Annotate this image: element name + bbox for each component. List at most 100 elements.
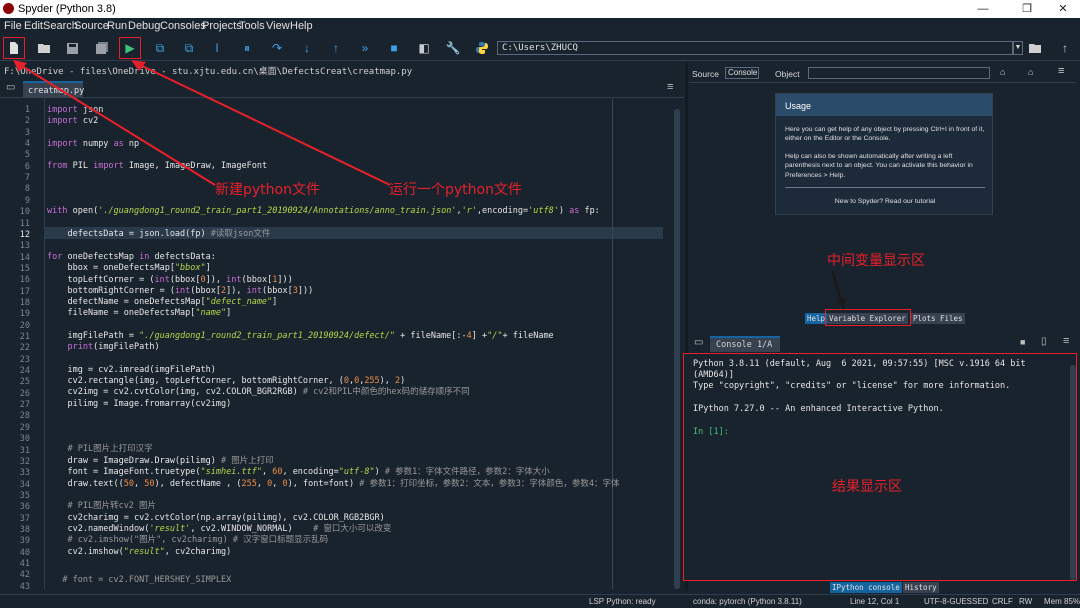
save-icon[interactable] bbox=[63, 39, 81, 57]
line-number: 38 bbox=[19, 524, 30, 535]
menu-debug[interactable]: Debug bbox=[128, 20, 160, 32]
console-scrollbar[interactable] bbox=[1070, 365, 1076, 580]
run-selection-icon[interactable]: I bbox=[208, 39, 226, 57]
source-select[interactable]: Console bbox=[725, 67, 759, 79]
tab-history[interactable]: History bbox=[903, 582, 939, 593]
object-input[interactable] bbox=[808, 67, 990, 79]
browse-folder-icon[interactable] bbox=[1026, 39, 1044, 57]
line-number: 18 bbox=[19, 297, 30, 308]
preferences-wrench-icon[interactable]: 🔧 bbox=[444, 39, 462, 57]
menu-tools[interactable]: Tools bbox=[239, 20, 265, 32]
status-conda: conda: pytorch (Python 3.8.11) bbox=[693, 597, 802, 606]
tab-ipython-console[interactable]: IPython console bbox=[830, 582, 902, 593]
console-line: Python 3.8.11 (default, Aug 6 2021, 09:5… bbox=[693, 359, 1026, 369]
line-number: 15 bbox=[19, 263, 30, 274]
code-line: fileName = oneDefectsMap["name"] bbox=[47, 308, 232, 318]
tab-console-1a[interactable]: Console 1/A ✕ bbox=[710, 336, 780, 359]
step-into-icon[interactable]: ↓ bbox=[298, 39, 316, 57]
usage-text-3[interactable]: New to Spyder? Read our tutorial bbox=[785, 197, 985, 206]
help-options-icon[interactable]: ≡ bbox=[1058, 65, 1064, 77]
close-button[interactable]: ✕ bbox=[1046, 0, 1080, 18]
line-number: 9 bbox=[24, 195, 30, 206]
python-path-icon[interactable] bbox=[473, 39, 491, 57]
code-line: bottomRightCorner = (int(bbox[2]), int(b… bbox=[47, 286, 314, 296]
ipython-console[interactable]: Python 3.8.11 (default, Aug 6 2021, 09:5… bbox=[683, 353, 1077, 581]
home-icon[interactable]: ⌂ bbox=[1028, 67, 1033, 77]
menu-file[interactable]: File bbox=[4, 20, 22, 32]
editor-scrollbar[interactable] bbox=[674, 109, 680, 589]
open-file-icon[interactable] bbox=[35, 39, 53, 57]
working-directory-input[interactable]: C:\Users\ZHUCQ bbox=[497, 41, 1013, 55]
line-number: 43 bbox=[19, 581, 30, 589]
line-number: 34 bbox=[19, 479, 30, 490]
menu-bar: File Edit Search Source Run Debug Consol… bbox=[0, 18, 1080, 35]
tab-help[interactable]: Help bbox=[805, 313, 828, 324]
code-line: print(imgFilePath) bbox=[67, 342, 160, 352]
line-number: 10 bbox=[19, 207, 30, 218]
chevron-down-icon[interactable]: ▼ bbox=[1013, 41, 1023, 55]
variable-explorer-highlight bbox=[825, 309, 911, 326]
menu-view[interactable]: View bbox=[266, 20, 290, 32]
code-line: pilimg = Image.fromarray(cv2img) bbox=[47, 399, 232, 409]
code-line: # PIL图片转cv2 图片 bbox=[67, 501, 157, 511]
menu-edit[interactable]: Edit bbox=[24, 20, 43, 32]
line-number: 40 bbox=[19, 547, 30, 558]
step-return-icon[interactable]: ↑ bbox=[327, 39, 345, 57]
console-options-icon[interactable]: ≡ bbox=[1063, 335, 1069, 347]
line-number: 17 bbox=[19, 286, 30, 297]
line-number: 32 bbox=[19, 456, 30, 467]
annotation-arrow-var bbox=[828, 269, 848, 310]
source-label: Source bbox=[692, 69, 719, 79]
code-line: defectName = oneDefectsMap["defect_name"… bbox=[47, 297, 278, 307]
tab-files[interactable]: Files bbox=[938, 313, 965, 324]
line-number: 20 bbox=[19, 320, 30, 331]
status-rw: RW bbox=[1019, 597, 1033, 606]
line-number: 25 bbox=[19, 377, 30, 388]
console-line: IPython 7.27.0 -- An enhanced Interactiv… bbox=[693, 404, 944, 414]
code-line: defectsData = json.load(fp) #读取json文件 bbox=[47, 229, 271, 239]
minimize-button[interactable]: — bbox=[966, 0, 1000, 18]
menu-run[interactable]: Run bbox=[107, 20, 127, 32]
menu-source[interactable]: Source bbox=[74, 20, 109, 32]
spyder-logo-icon bbox=[3, 3, 14, 14]
line-number: 31 bbox=[19, 445, 30, 456]
code-line: cv2.namedWindow('result', cv2.WINDOW_NOR… bbox=[47, 524, 392, 534]
interrupt-kernel-icon[interactable]: ■ bbox=[1020, 337, 1025, 347]
line-number: 26 bbox=[19, 388, 30, 399]
annotation-run-file: 运行一个python文件 bbox=[389, 182, 522, 198]
menu-search[interactable]: Search bbox=[43, 20, 78, 32]
line-number: 35 bbox=[19, 490, 30, 501]
console-line: (AMD64)] bbox=[693, 370, 734, 380]
usage-text-1: Here you can get help of any object by p… bbox=[785, 126, 985, 143]
parent-directory-icon[interactable]: ↑ bbox=[1056, 39, 1074, 57]
browse-consoles-icon[interactable]: ▭ bbox=[694, 337, 703, 348]
run-cell-icon[interactable]: ⧉ bbox=[151, 39, 169, 57]
step-icon[interactable]: ↷ bbox=[268, 39, 286, 57]
stop-debug-icon[interactable]: ■ bbox=[385, 39, 403, 57]
lock-icon[interactable]: ⌂ bbox=[1000, 67, 1005, 77]
continue-icon[interactable]: » bbox=[356, 39, 374, 57]
tab-plots[interactable]: Plots bbox=[911, 313, 938, 324]
run-cell-advance-icon[interactable]: ⧉ bbox=[180, 39, 198, 57]
maximize-pane-icon[interactable]: ◧ bbox=[415, 39, 433, 57]
usage-text-2: Help can also be shown automatically aft… bbox=[785, 153, 973, 179]
code-line: # font = cv2.FONT_HERSHEY_SIMPLEX bbox=[62, 575, 232, 585]
options-menu-icon[interactable]: ≡ bbox=[667, 81, 673, 93]
code-line: # PIL图片上打印汉字 bbox=[67, 444, 153, 454]
line-number: 39 bbox=[19, 536, 30, 547]
menu-projects[interactable]: Projects bbox=[202, 20, 242, 32]
menu-help[interactable]: Help bbox=[290, 20, 313, 32]
edge-line-guide bbox=[612, 99, 613, 589]
clear-console-icon[interactable]: ▯ bbox=[1041, 336, 1047, 347]
debug-icon[interactable]: ⏸ bbox=[238, 39, 256, 57]
code-line: imgFilePath = "./guangdong1_round2_train… bbox=[47, 331, 554, 341]
usage-panel: Usage Here you can get help of any objec… bbox=[775, 93, 993, 215]
code-line: cv2charimg = cv2.cvtColor(np.array(pilim… bbox=[47, 513, 385, 523]
line-number: 29 bbox=[19, 422, 30, 433]
line-number: 12 bbox=[19, 229, 30, 240]
line-number: 41 bbox=[19, 559, 30, 569]
maximize-button[interactable]: ❐ bbox=[1010, 0, 1044, 18]
line-number: 42 bbox=[19, 570, 30, 581]
menu-consoles[interactable]: Consoles bbox=[160, 20, 206, 32]
save-all-icon[interactable] bbox=[93, 39, 111, 57]
